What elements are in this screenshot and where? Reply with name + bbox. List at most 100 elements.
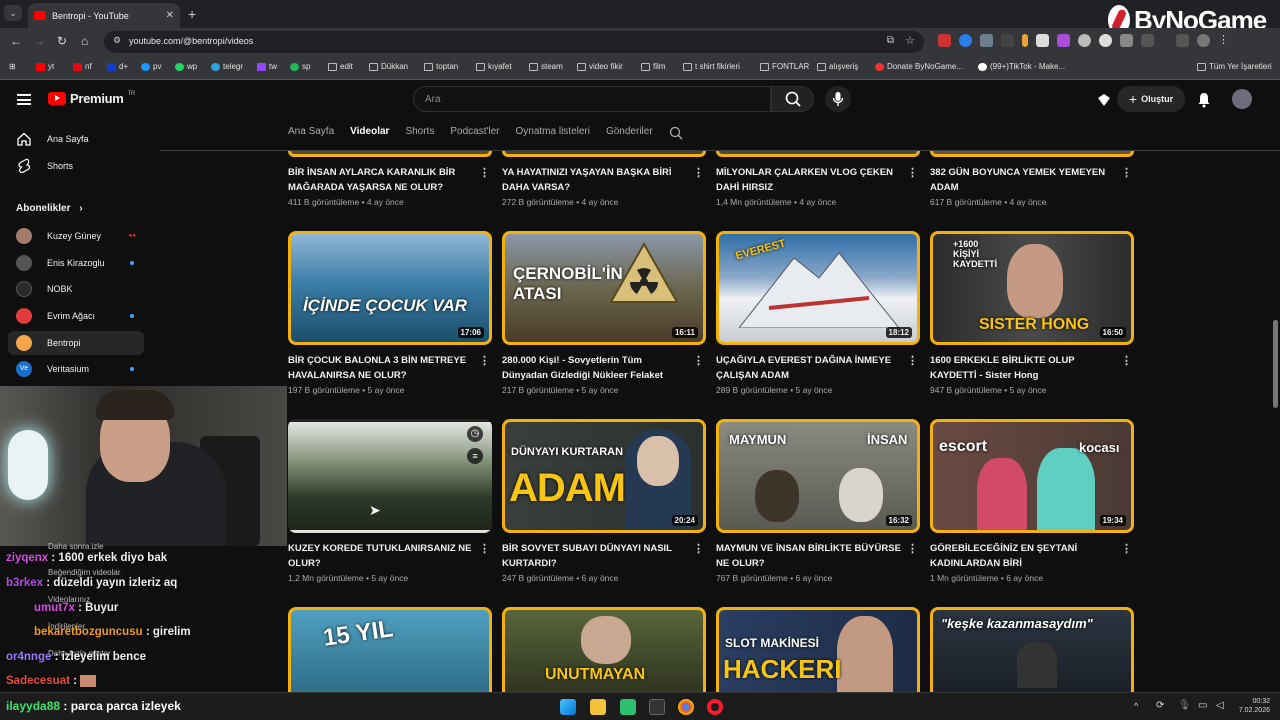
mic-tray-icon[interactable]: 🎙: [1178, 700, 1191, 711]
bookmark-folder[interactable]: steam: [529, 62, 563, 71]
video-title[interactable]: BİR İNSAN AYLARCA KARANLIK BİR MAĞARADA …: [288, 165, 473, 195]
tab-home[interactable]: Ana Sayfa: [288, 126, 334, 140]
hamburger-menu-icon[interactable]: [17, 94, 31, 105]
back-icon[interactable]: ←: [10, 34, 22, 48]
more-options-icon[interactable]: ⋮: [1121, 354, 1132, 367]
apps-icon[interactable]: ⊞: [9, 62, 16, 71]
bookmark-item[interactable]: (99+)TikTok - Make...: [978, 62, 1065, 71]
sidebar-channel[interactable]: Enis Kirazoglu: [8, 251, 144, 275]
video-thumbnail[interactable]: escort kocası 19:34: [930, 419, 1134, 533]
sync-icon[interactable]: ⟳: [1156, 700, 1164, 711]
tab-list-icon[interactable]: ⌄: [4, 5, 22, 21]
bookmark-item[interactable]: telegr: [211, 62, 243, 71]
video-thumbnail[interactable]: "keşke kazanmasaydım": [930, 607, 1134, 692]
tab-podcasts[interactable]: Podcast'ler: [450, 126, 499, 140]
tab-videos[interactable]: Videolar: [350, 126, 389, 140]
site-info-icon[interactable]: ⚙: [113, 35, 121, 46]
new-tab-icon[interactable]: +: [188, 6, 196, 22]
bookmark-folder[interactable]: kıyafet: [476, 62, 512, 71]
sidebar-channel[interactable]: NOBK: [8, 277, 144, 301]
volume-icon[interactable]: ◁: [1216, 700, 1224, 711]
more-options-icon[interactable]: ⋮: [479, 166, 490, 179]
more-options-icon[interactable]: ⋮: [693, 166, 704, 179]
video-title[interactable]: YA HAYATINIZI YAŞAYAN BAŞKA BİRİ DAHA VA…: [502, 165, 687, 195]
bookmark-item[interactable]: tw: [257, 62, 277, 71]
extension-icon[interactable]: [1099, 34, 1112, 47]
extension-icon[interactable]: [959, 34, 972, 47]
extension-icon[interactable]: [1057, 34, 1070, 47]
bookmark-item[interactable]: sp: [290, 62, 310, 71]
youtube-premium-logo[interactable]: Premium TR: [48, 91, 135, 106]
video-title[interactable]: 280.000 Kişi! - Sovyetlerin Tüm Dünyadan…: [502, 353, 687, 383]
video-title[interactable]: KUZEY KOREDE TUTUKLANIRSANIZ NE OLUR?: [288, 541, 473, 571]
more-options-icon[interactable]: ⋮: [907, 354, 918, 367]
video-thumbnail[interactable]: +1600 KİŞİYİ KAYDETTİ SISTER HONG 16:50: [930, 231, 1134, 345]
sidebar-channel[interactable]: Kuzey Güney ●●: [8, 224, 144, 248]
bookmark-item[interactable]: d+: [107, 62, 128, 71]
more-options-icon[interactable]: ⋮: [907, 166, 918, 179]
video-thumbnail[interactable]: DÜNYAYI KURTARAN ADAM 20:24: [502, 419, 706, 533]
video-thumbnail-hover[interactable]: ◷ ≡ ➤: [288, 419, 492, 533]
cast-icon[interactable]: ⧉: [887, 35, 894, 46]
video-title[interactable]: 382 GÜN BOYUNCA YEMEK YEMEYEN ADAM: [930, 165, 1115, 195]
extension-icon[interactable]: [980, 34, 993, 47]
bookmark-folder[interactable]: edit: [328, 62, 353, 71]
tab-shorts[interactable]: Shorts: [405, 126, 434, 140]
video-title[interactable]: BİR SOVYET SUBAYI DÜNYAYI NASIL KURTARDI…: [502, 541, 687, 571]
bookmark-star-icon[interactable]: ☆: [905, 34, 915, 47]
notifications-bell-icon[interactable]: [1196, 91, 1212, 108]
reload-icon[interactable]: ↻: [57, 34, 67, 48]
extension-icon[interactable]: [1078, 34, 1091, 47]
more-options-icon[interactable]: ⋮: [693, 354, 704, 367]
video-title[interactable]: 1600 ERKEKLE BİRLİKTE OLUP KAYDETTİ - Si…: [930, 353, 1115, 383]
all-bookmarks-folder[interactable]: Tüm Yer İşaretleri: [1197, 62, 1272, 71]
search-button[interactable]: [771, 86, 814, 112]
bookmark-folder[interactable]: FONTLAR: [760, 62, 809, 71]
video-thumbnail[interactable]: SLOT MAKİNESİ HACKERI: [716, 607, 920, 692]
video-title[interactable]: GÖREBİLECEĞİNİZ EN ŞEYTANİ KADINLARDAN B…: [930, 541, 1115, 571]
more-options-icon[interactable]: ⋮: [479, 354, 490, 367]
create-button[interactable]: + Oluştur: [1117, 86, 1185, 112]
sidebar-channel[interactable]: Evrim Ağacı: [8, 304, 144, 328]
channel-search-icon[interactable]: [669, 126, 683, 140]
bookmark-folder[interactable]: video fikir: [577, 62, 623, 71]
bookmark-item[interactable]: wp: [175, 62, 197, 71]
bookmark-item[interactable]: yt: [36, 62, 54, 71]
more-options-icon[interactable]: ⋮: [693, 542, 704, 555]
bookmark-folder[interactable]: alışveriş: [817, 62, 858, 71]
bookmark-item[interactable]: nf: [73, 62, 92, 71]
app-icon[interactable]: [620, 699, 636, 715]
video-thumbnail[interactable]: UNUTMAYAN: [502, 607, 706, 692]
url-field[interactable]: ⚙ youtube.com/@bentropi/videos ⧉ ☆: [104, 31, 924, 53]
chrome-icon[interactable]: [678, 699, 694, 715]
video-thumbnail[interactable]: 15 YIL: [288, 607, 492, 692]
extension-icon[interactable]: [1036, 34, 1049, 47]
tray-chevron-icon[interactable]: ^: [1134, 701, 1138, 711]
account-avatar[interactable]: [1232, 89, 1252, 109]
bookmark-item[interactable]: pv: [141, 62, 161, 71]
page-scrollbar[interactable]: [1273, 320, 1278, 408]
tab-playlists[interactable]: Oynatma listeleri: [516, 126, 590, 140]
more-options-icon[interactable]: ⋮: [1121, 166, 1132, 179]
search-input[interactable]: Ara: [413, 86, 771, 112]
more-options-icon[interactable]: ⋮: [479, 542, 490, 555]
extensions-puzzle-icon[interactable]: [1141, 34, 1154, 47]
voice-search-button[interactable]: [825, 86, 851, 112]
add-to-queue-icon[interactable]: ≡: [467, 448, 483, 464]
video-thumbnail[interactable]: EVEREST 18:12: [716, 231, 920, 345]
sidebar-channel[interactable]: Ve Veritasium: [8, 357, 144, 381]
watch-later-icon[interactable]: ◷: [467, 426, 483, 442]
sidebar-item-home[interactable]: Ana Sayfa: [8, 127, 144, 151]
opera-icon[interactable]: [707, 699, 723, 715]
video-thumbnail[interactable]: ÇERNOBİL'İN ATASI 16:11: [502, 231, 706, 345]
tab-posts[interactable]: Gönderiler: [606, 126, 653, 140]
bookmark-folder[interactable]: t shirt fikirleri: [683, 62, 740, 71]
extension-icon[interactable]: [1001, 34, 1014, 47]
extension-icon[interactable]: [1120, 34, 1133, 47]
video-thumbnail[interactable]: MAYMUN İNSAN 16:32: [716, 419, 920, 533]
video-title[interactable]: MİLYONLAR ÇALARKEN VLOG ÇEKEN DAHİ HIRSI…: [716, 165, 901, 195]
display-icon[interactable]: ▭: [1198, 700, 1207, 711]
video-title[interactable]: MAYMUN VE İNSAN BİRLİKTE BÜYÜRSE NE OLUR…: [716, 541, 901, 571]
close-tab-icon[interactable]: ✕: [166, 10, 174, 21]
chrome-menu-icon[interactable]: ⋮: [1218, 34, 1231, 47]
